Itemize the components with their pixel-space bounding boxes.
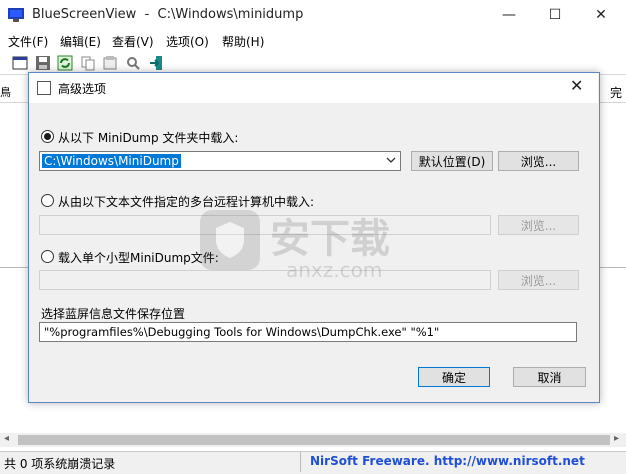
properties-icon[interactable] [12,55,28,71]
column-header-right[interactable]: 完 [610,84,622,101]
folder-combobox-value[interactable]: C:\Windows\MiniDump [42,154,181,168]
window-title: BlueScreenView - C:\Windows\minidump [32,7,304,22]
menu-help[interactable]: 帮助(H) [222,33,264,50]
menu-view[interactable]: 查看(V) [112,33,154,50]
dialog-close-button[interactable]: ✕ [570,76,583,95]
menu-options[interactable]: 选项(O) [166,33,209,50]
dialog-title: 高级选项 [58,82,107,96]
radio-folder-label[interactable]: 从以下 MiniDump 文件夹中载入: [58,129,238,146]
nirsoft-link[interactable]: NirSoft Freeware. http://www.nirsoft.net [310,454,585,468]
save-icon[interactable] [35,55,51,71]
browse-single-file-button[interactable]: 浏览... [498,270,579,290]
watermark: 安下载 anxz.com [200,200,430,290]
status-count: 共 0 项系统崩溃记录 [4,457,116,471]
html-report-icon[interactable] [102,55,118,71]
radio-single-file-label[interactable]: 载入单个小型MiniDump文件: [58,249,219,266]
menu-edit[interactable]: 编辑(E) [60,33,101,50]
dialog-icon [37,81,51,95]
save-location-input[interactable]: "%programfiles%\Debugging Tools for Wind… [39,322,577,342]
chevron-down-icon[interactable] [386,156,396,164]
scrollbar-thumb[interactable] [18,435,610,445]
scroll-left-icon[interactable]: ◂ [4,433,9,444]
dialog-titlebar [29,73,598,103]
radio-single-file[interactable] [41,250,54,263]
status-separator [300,452,301,472]
watermark-text: 安下载 [270,216,390,262]
exit-icon[interactable] [149,55,165,71]
watermark-sub: anxz.com [286,258,383,282]
refresh-icon[interactable] [57,55,73,71]
cancel-button[interactable]: 取消 [513,367,586,387]
radio-remote[interactable] [41,194,54,207]
scroll-right-icon[interactable]: ▸ [614,433,619,444]
shield-icon [200,210,260,270]
menu-file[interactable]: 文件(F) [8,33,48,50]
app-icon [8,8,24,22]
default-location-button[interactable]: 默认位置(D) [411,151,493,171]
column-header-left[interactable]: 鳥 [0,84,11,100]
close-button[interactable]: ✕ [578,0,624,30]
browse-folder-button[interactable]: 浏览... [498,151,579,171]
radio-folder[interactable] [41,130,54,143]
browse-remote-button[interactable]: 浏览... [498,215,579,235]
search-icon[interactable] [125,55,141,71]
maximize-button[interactable]: ☐ [532,0,578,30]
minimize-button[interactable]: — [486,0,532,30]
copy-icon[interactable] [80,55,96,71]
save-location-label: 选择蓝屏信息文件保存位置 [41,307,186,321]
ok-button[interactable]: 确定 [418,367,490,387]
